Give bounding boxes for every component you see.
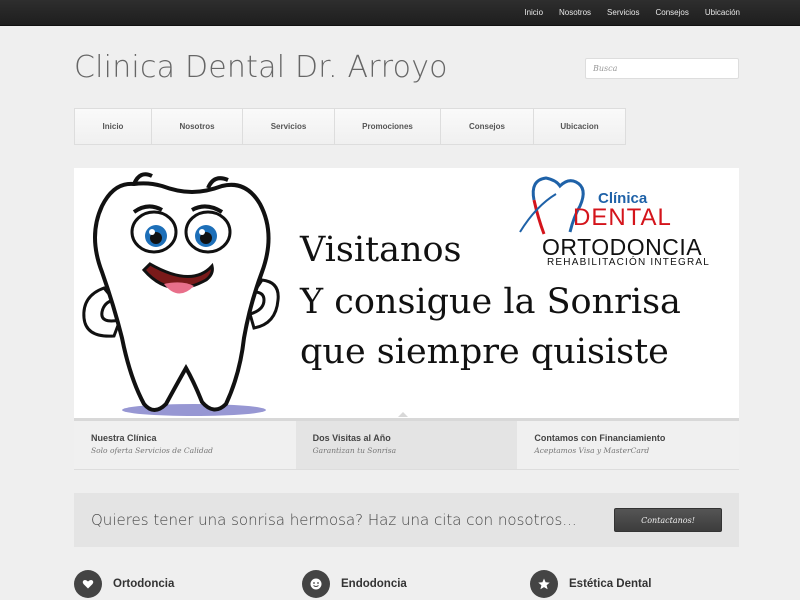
mainnav-servicios[interactable]: Servicios (243, 109, 335, 144)
top-bar: Inicio Nosotros Servicios Consejos Ubica… (0, 0, 800, 26)
service-label: Ortodoncia (113, 578, 175, 590)
call-to-action: Quieres tener una sonrisa hermosa? Haz u… (74, 493, 739, 547)
mainnav-nosotros[interactable]: Nosotros (152, 109, 243, 144)
hero-slider[interactable]: Visitanos Y consigue la Sonrisa que siem… (74, 168, 739, 418)
service-endodoncia[interactable]: Endodoncia (302, 570, 407, 598)
slide-tab-title: Dos Visitas al Año (312, 433, 391, 443)
mainnav-promociones[interactable]: Promociones (335, 109, 441, 144)
slide-line-1: Visitanos (300, 230, 462, 270)
mainnav-consejos[interactable]: Consejos (441, 109, 534, 144)
topnav-nosotros[interactable]: Nosotros (551, 0, 599, 26)
slide-tab-subtitle: Solo oferta Servicios de Calidad (91, 446, 213, 455)
service-estetica-dental[interactable]: Estética Dental (530, 570, 651, 598)
slide-tab-dos-visitas[interactable]: Dos Visitas al Año Garantizan tu Sonrisa (295, 421, 518, 469)
slide-tab-nuestra-clinica[interactable]: Nuestra Clínica Solo oferta Servicios de… (74, 421, 296, 469)
slide-tab-subtitle: Garantizan tu Sonrisa (312, 446, 397, 455)
service-label: Estética Dental (569, 578, 652, 590)
slide-tab-subtitle: Aceptamos Visa y MasterCard (534, 446, 650, 455)
topnav-inicio[interactable]: Inicio (516, 0, 551, 26)
topnav-servicios[interactable]: Servicios (599, 0, 647, 26)
slide-tab-title: Nuestra Clínica (91, 433, 157, 443)
topnav-ubicacion[interactable]: Ubicación (697, 0, 748, 26)
service-ortodoncia[interactable]: Ortodoncia (74, 570, 174, 598)
tooth-mascot-image (82, 172, 280, 416)
top-nav: Inicio Nosotros Servicios Consejos Ubica… (516, 0, 748, 26)
slide-line-3: que siempre quisiste (300, 332, 669, 372)
cta-text: Quieres tener una sonrisa hermosa? Haz u… (91, 511, 577, 529)
slider-tabs: Nuestra Clínica Solo oferta Servicios de… (74, 418, 739, 470)
mainnav-ubicacion[interactable]: Ubicacion (534, 109, 625, 144)
main-nav: Inicio Nosotros Servicios Promociones Co… (74, 108, 626, 145)
slide-line-2: Y consigue la Sonrisa (300, 282, 681, 322)
logo-rehab-text: REHABILITACIÓN INTEGRAL (547, 257, 710, 268)
star-icon (530, 570, 558, 598)
contact-button[interactable]: Contactanos! (614, 508, 722, 532)
service-label: Endodoncia (341, 578, 407, 590)
mainnav-inicio[interactable]: Inicio (75, 109, 152, 144)
topnav-consejos[interactable]: Consejos (648, 0, 697, 26)
site-title[interactable]: Clinica Dental Dr. Arroyo (74, 50, 448, 85)
slide-tab-title: Contamos con Financiamiento (534, 433, 666, 443)
heart-icon (74, 570, 102, 598)
logo-dental-text: DENTAL (573, 204, 672, 231)
slide-tab-financiamiento[interactable]: Contamos con Financiamiento Aceptamos Vi… (517, 421, 739, 469)
active-slide-caret (398, 412, 408, 417)
search-input[interactable] (585, 58, 739, 79)
smiley-icon (302, 570, 330, 598)
